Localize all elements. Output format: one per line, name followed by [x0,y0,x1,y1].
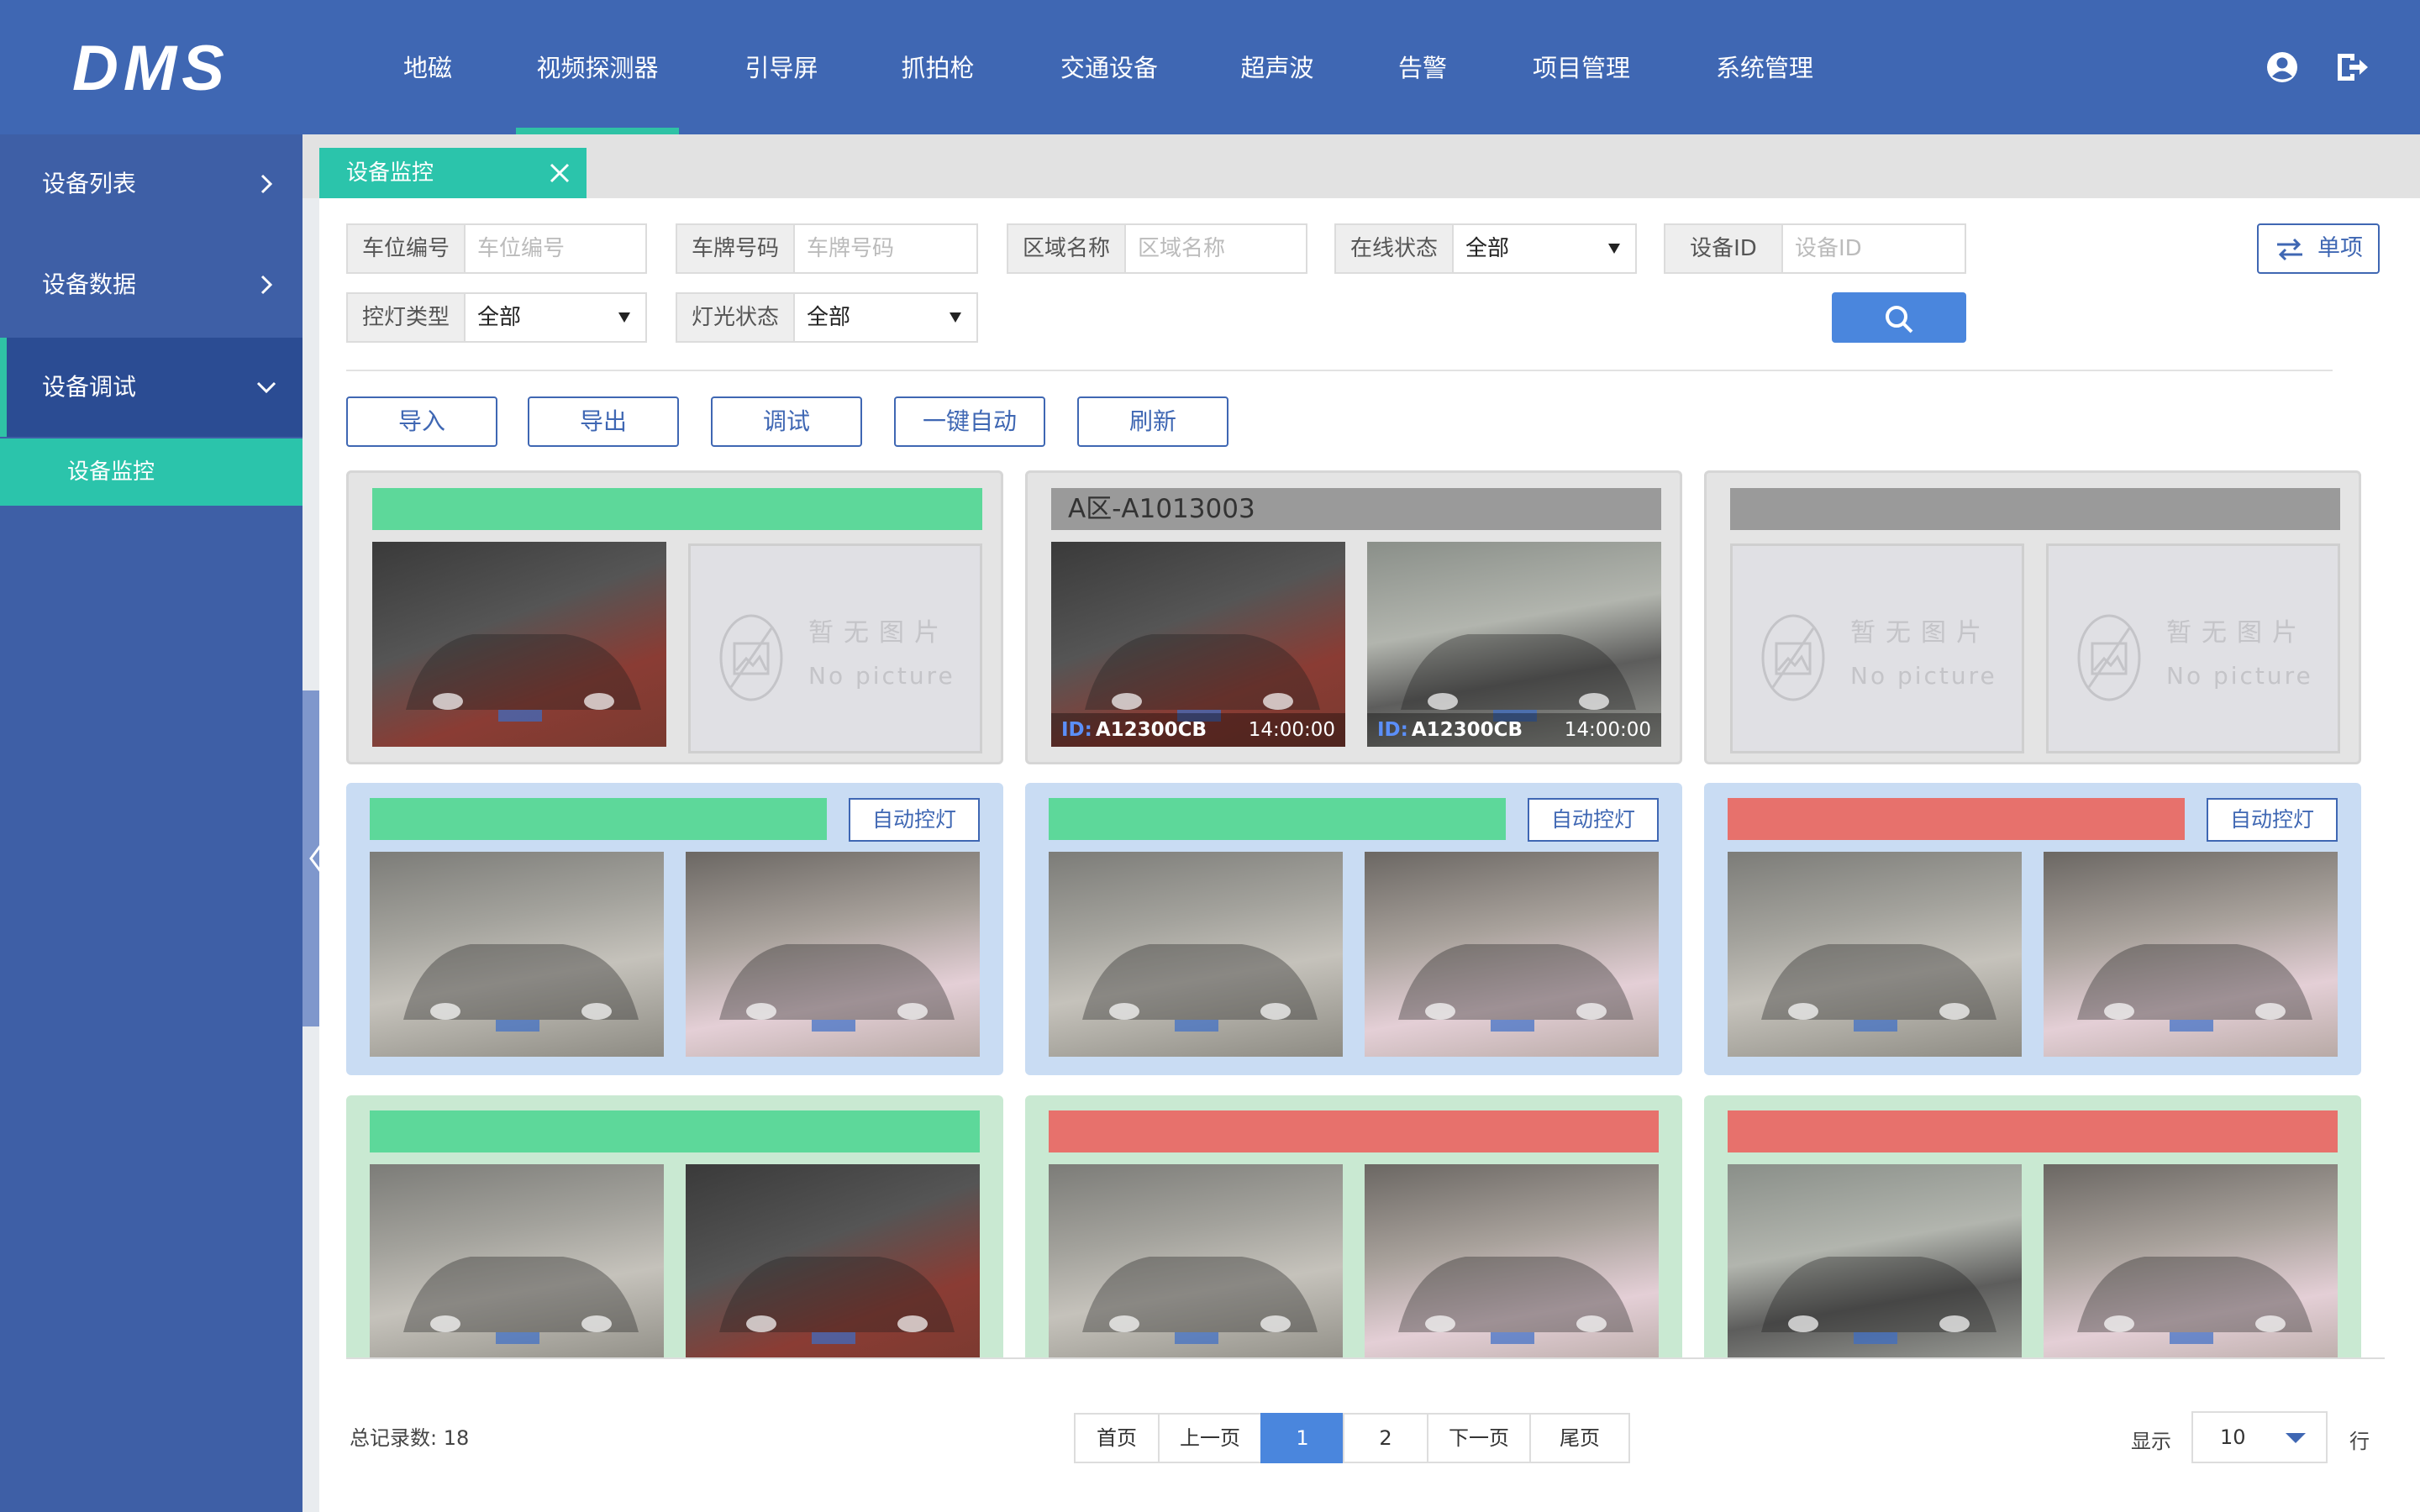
car-image [1082,1257,1318,1344]
snapshot-caption: ID: A12300CB 14:00:00 [1051,713,1345,747]
car-image [403,944,639,1032]
prev-page-button[interactable]: 上一页 [1158,1413,1262,1463]
card-title [1730,494,1747,524]
card-status-bar [1730,488,2340,530]
camera-snapshot[interactable] [1365,1164,1659,1357]
snapshot-id: ID: A12300CB [1377,713,1523,747]
car-image [1398,944,1634,1032]
camera-snapshot[interactable] [372,542,666,747]
snapshot-id-label: ID: [1377,719,1408,741]
no-picture-text-en: No picture [808,662,955,690]
camera-snapshot[interactable] [370,1164,664,1357]
device-card [1704,1095,2361,1357]
no-picture-placeholder: 暂无图片 No picture [688,543,982,753]
card-status-bar [370,1110,980,1152]
card-title [1049,804,1065,834]
card-status-bar [1049,798,1506,840]
card-status-bar [372,488,982,530]
snapshot-time: 14:00:00 [1248,719,1335,741]
dropdown-arrow-icon [2286,1433,2306,1443]
page-size-value: 10 [2220,1425,2246,1449]
no-picture-text: 暂无图片 [1850,618,1991,648]
snapshot-id-value: A12300CB [1411,719,1523,741]
camera-snapshot[interactable] [370,852,664,1057]
first-page-button[interactable]: 首页 [1074,1413,1160,1463]
car-image [406,634,641,722]
card-status-bar [1049,1110,1659,1152]
car-image [719,1257,955,1344]
camera-snapshot[interactable] [2044,852,2338,1057]
camera-snapshot[interactable] [2044,1164,2338,1357]
device-card: 暂无图片 No picture [346,470,1003,764]
page-size-select[interactable]: 10 [2191,1411,2328,1463]
card-status-bar [1728,798,2185,840]
camera-snapshot[interactable] [1049,852,1343,1057]
no-picture-icon [2077,614,2141,701]
camera-snapshot[interactable] [686,852,980,1057]
no-picture-icon [719,614,783,701]
no-picture-text-en: No picture [2166,662,2313,690]
car-image [1761,944,1996,1032]
camera-snapshot[interactable] [1049,1164,1343,1357]
device-card-grid: 暂无图片 No picture A区-A1013003 ID: A12300CB 14:0… [0,0,2420,1357]
no-picture-text: 暂无图片 [808,618,950,648]
page-1-button[interactable]: 1 [1260,1413,1344,1463]
card-status-bar [370,798,827,840]
total-count: 18 [443,1426,470,1450]
no-picture-text: 暂无图片 [2166,618,2307,648]
card-title [1728,804,1744,834]
total-records: 总记录数: 18 [350,1421,469,1451]
last-page-button[interactable]: 尾页 [1529,1413,1630,1463]
page-2-button[interactable]: 2 [1343,1413,1428,1463]
no-picture-icon [1761,614,1825,701]
card-title [370,804,387,834]
device-card [346,1095,1003,1357]
car-image [1082,944,1318,1032]
snapshot-time: 14:00:00 [1564,719,1651,741]
auto-light-button[interactable]: 自动控灯 [849,798,980,842]
snapshot-id: ID: A12300CB [1061,713,1207,747]
total-label: 总记录数: [350,1426,438,1450]
camera-snapshot[interactable] [1365,852,1659,1057]
camera-snapshot[interactable]: ID: A12300CB 14:00:00 [1051,542,1345,747]
card-title [1728,1116,1744,1147]
page-size-label: 显示 [2131,1430,2171,1453]
device-card [1025,1095,1682,1357]
card-title: A区-A1013003 [1068,494,1255,524]
camera-snapshot[interactable] [686,1164,980,1357]
card-title [370,1116,387,1147]
device-card: 自动控灯 [1025,783,1682,1075]
next-page-button[interactable]: 下一页 [1427,1413,1531,1463]
card-title [1049,1116,1065,1147]
rows-label: 行 [2349,1430,2370,1453]
no-picture-placeholder: 暂无图片 No picture [1730,543,2024,753]
car-image [2077,944,2312,1032]
card-title [372,494,389,524]
car-image [2077,1257,2312,1344]
device-card: 自动控灯 [1704,783,2361,1075]
camera-snapshot[interactable] [1728,852,2022,1057]
car-image [719,944,955,1032]
camera-snapshot[interactable] [1728,1164,2022,1357]
grid-bottom-divider [346,1357,2385,1359]
card-status-bar: A区-A1013003 [1051,488,1661,530]
card-status-bar [1728,1110,2338,1152]
no-picture-text-en: No picture [1850,662,1997,690]
auto-light-button[interactable]: 自动控灯 [1528,798,1659,842]
car-image [1761,1257,1996,1344]
auto-light-button[interactable]: 自动控灯 [2207,798,2338,842]
car-image [403,1257,639,1344]
camera-snapshot[interactable]: ID: A12300CB 14:00:00 [1367,542,1661,747]
snapshot-id-label: ID: [1061,719,1092,741]
snapshot-id-value: A12300CB [1095,719,1207,741]
snapshot-caption: ID: A12300CB 14:00:00 [1367,713,1661,747]
device-card: 暂无图片 No picture 暂无图片 No picture [1704,470,2361,764]
no-picture-placeholder: 暂无图片 No picture [2046,543,2340,753]
device-card: A区-A1013003 ID: A12300CB 14:00:00 ID: A12300C… [1025,470,1682,764]
car-image [1398,1257,1634,1344]
device-card: 自动控灯 [346,783,1003,1075]
